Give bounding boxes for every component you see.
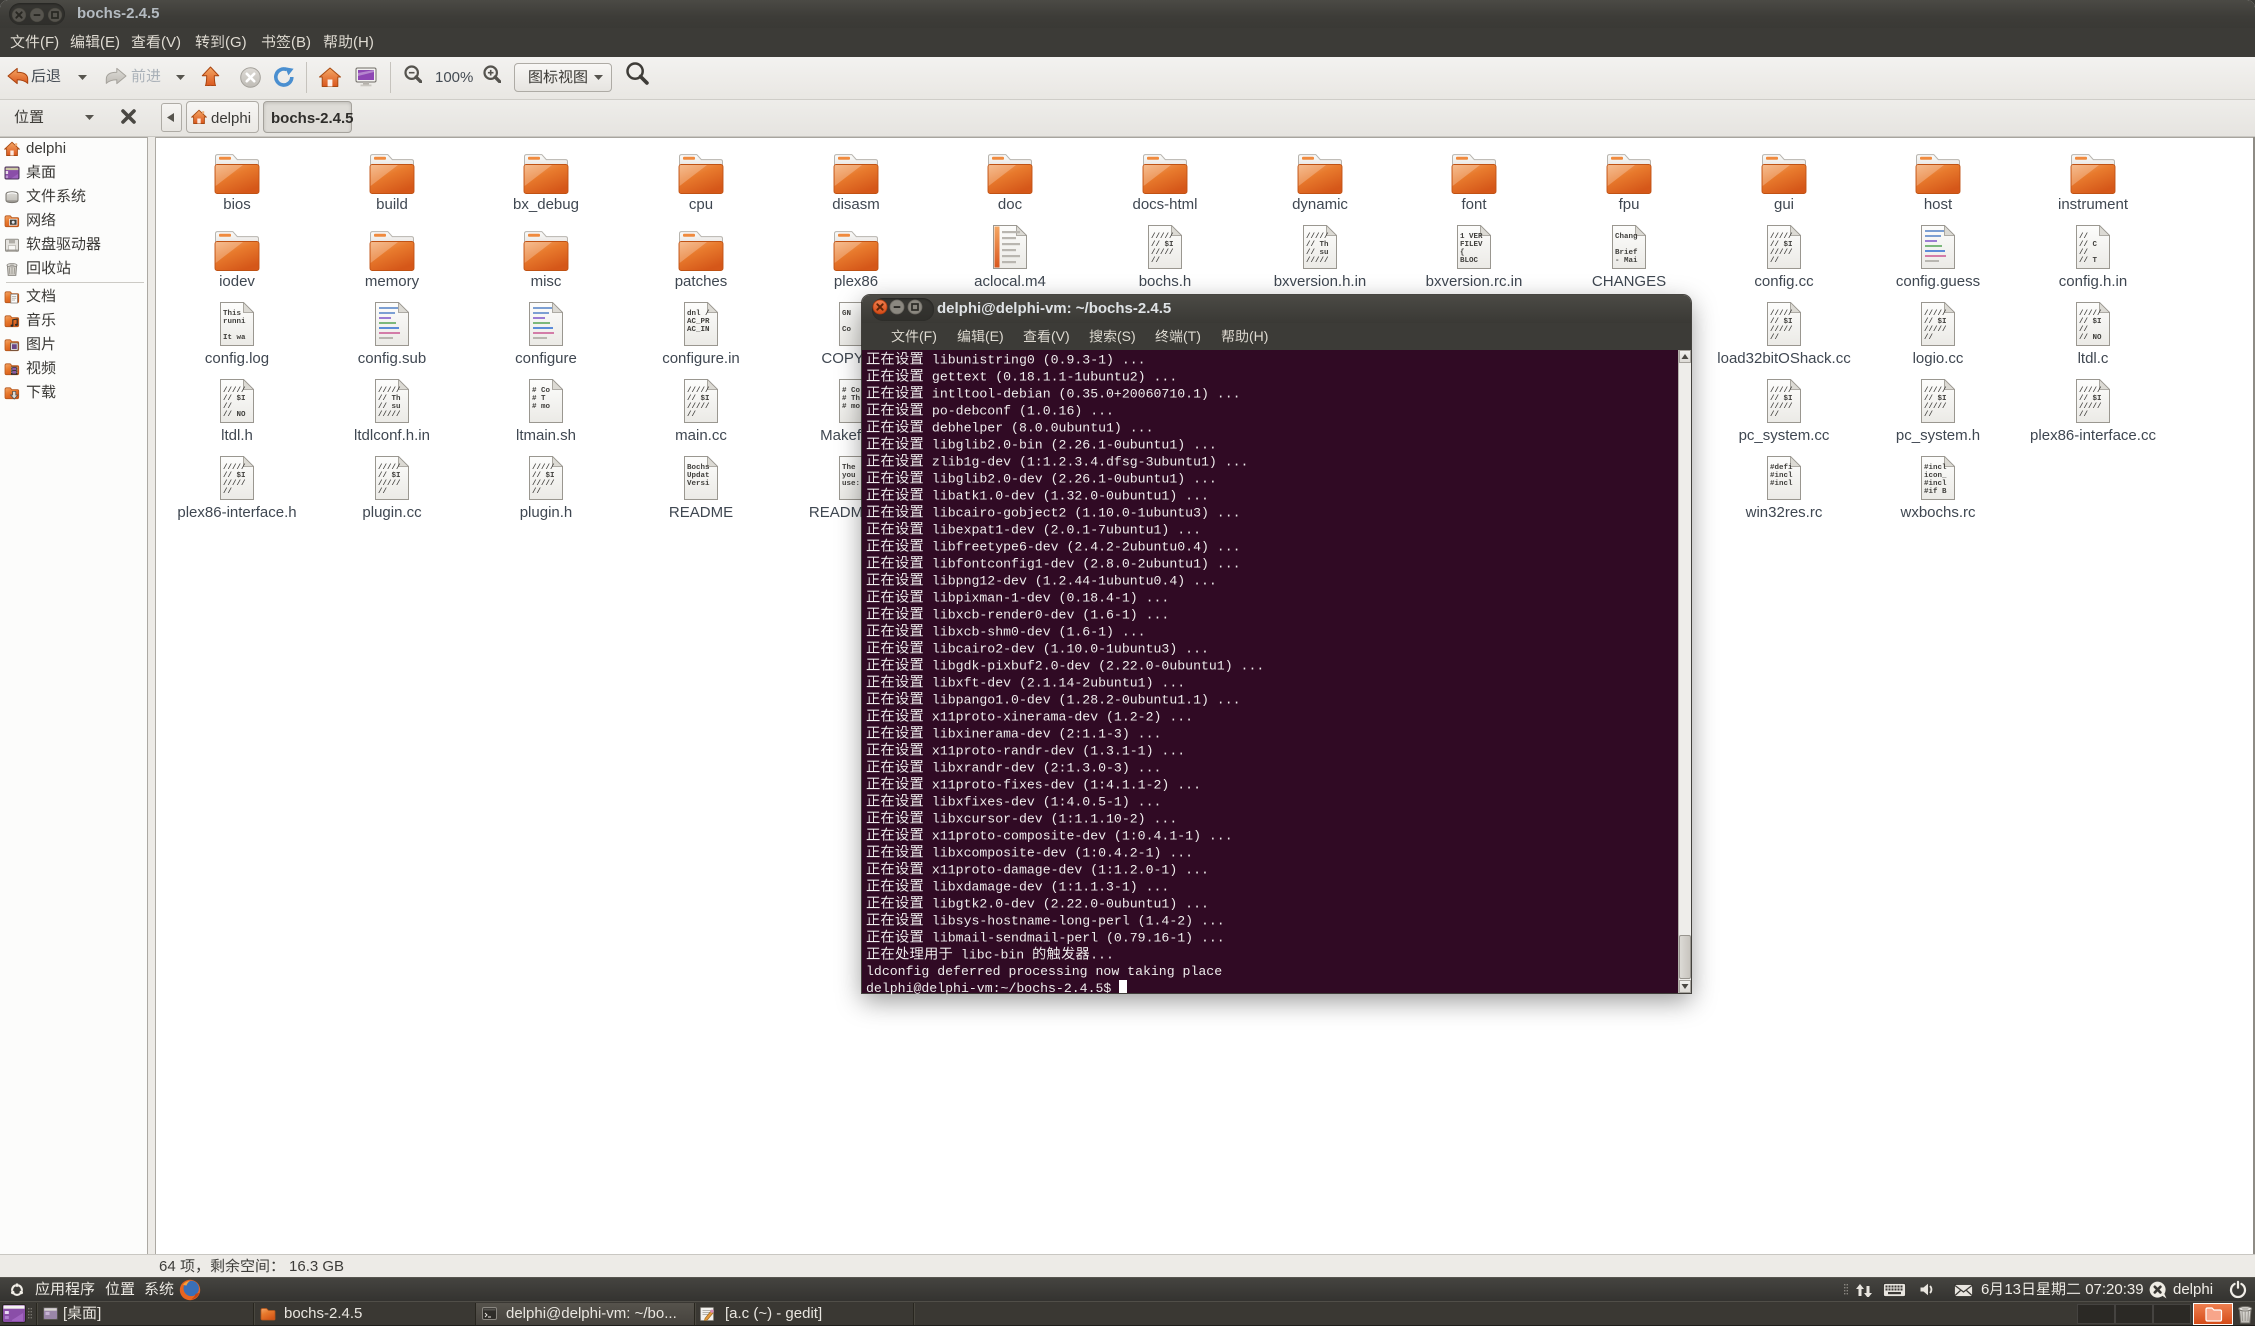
svg-text://///: ///// [1770, 310, 1793, 318]
svg-text://///: ///// [687, 387, 710, 395]
svg-text://///: ///// [378, 480, 401, 488]
svg-text://: // [1770, 411, 1780, 419]
svg-text://///: ///// [2079, 387, 2102, 395]
svg-text:# Th: # Th [842, 395, 861, 403]
svg-text://///: ///// [1306, 257, 1329, 265]
svg-text:// C: // C [2079, 241, 2098, 249]
svg-text://///: ///// [1770, 326, 1793, 334]
svg-text://///: ///// [1924, 326, 1947, 334]
svg-text:// su: // su [1306, 249, 1329, 257]
svg-text://///: ///// [1770, 387, 1793, 395]
svg-text://///: ///// [2079, 403, 2102, 411]
svg-text://///: ///// [1151, 249, 1174, 257]
svg-text://: // [2079, 411, 2089, 419]
svg-text:// $I: // $I [1770, 241, 1793, 249]
svg-text:1 VER: 1 VER [1460, 233, 1483, 241]
svg-text:# T: # T [532, 395, 546, 403]
svg-text://///: ///// [378, 411, 401, 419]
svg-text:use:: use: [842, 480, 860, 488]
svg-text:dnl /: dnl / [687, 310, 710, 318]
svg-text://///: ///// [1151, 233, 1174, 241]
svg-text://///: ///// [223, 387, 246, 395]
svg-text:Chang: Chang [1615, 233, 1638, 241]
svg-text://///: ///// [2079, 310, 2102, 318]
svg-text:# Co: # Co [842, 387, 861, 395]
svg-text:// $I: // $I [1770, 395, 1793, 403]
svg-text://///: ///// [378, 464, 401, 472]
svg-text://///: ///// [1770, 233, 1793, 241]
svg-text:// $I: // $I [223, 472, 246, 480]
svg-text://///: ///// [1924, 403, 1947, 411]
svg-text:// NO: // NO [2079, 334, 2102, 342]
svg-text:AC_PR: AC_PR [687, 318, 710, 326]
svg-text://: // [378, 488, 388, 496]
svg-text://///: ///// [1306, 233, 1329, 241]
svg-text:// su: // su [378, 403, 401, 411]
svg-text:#incl: #incl [1770, 472, 1793, 480]
svg-text:It wa: It wa [223, 334, 246, 342]
svg-text:// NO: // NO [223, 411, 246, 419]
svg-text:#incl: #incl [1770, 480, 1793, 488]
svg-text://///: ///// [1924, 387, 1947, 395]
svg-text:#if B: #if B [1924, 488, 1947, 496]
svg-text:// $I: // $I [378, 472, 401, 480]
svg-text:# Co: # Co [532, 387, 551, 395]
svg-text://///: ///// [1770, 403, 1793, 411]
svg-text://: // [1151, 257, 1161, 265]
svg-text:Bochs: Bochs [687, 464, 710, 472]
svg-text://///: ///// [378, 387, 401, 395]
svg-text:#incl: #incl [1924, 480, 1947, 488]
svg-text:// $I: // $I [1770, 318, 1793, 326]
svg-text://: // [1924, 411, 1934, 419]
svg-text://: // [687, 411, 697, 419]
svg-text://: // [223, 403, 233, 411]
svg-text:AC_IN: AC_IN [687, 326, 710, 334]
svg-text:BLOC: BLOC [1460, 257, 1479, 265]
svg-text://///: ///// [1924, 310, 1947, 318]
svg-text:runni: runni [223, 318, 246, 326]
svg-text://///: ///// [223, 464, 246, 472]
svg-text://: // [223, 488, 233, 496]
svg-text:// $I: // $I [687, 395, 710, 403]
svg-text:// $I: // $I [1151, 241, 1174, 249]
svg-text://///: ///// [687, 403, 710, 411]
svg-text:Co: Co [842, 326, 852, 334]
svg-text:Versi: Versi [687, 480, 710, 488]
svg-text:GN: GN [842, 310, 851, 318]
svg-text:you: you [842, 472, 856, 480]
svg-text:// $I: // $I [1924, 395, 1947, 403]
svg-text:#defi: #defi [1770, 464, 1793, 472]
svg-text:// $I: // $I [2079, 318, 2102, 326]
svg-text:// T: // T [2079, 257, 2098, 265]
svg-text:- Mai: - Mai [1615, 257, 1638, 265]
svg-text:The: The [842, 464, 856, 472]
svg-text://///: ///// [532, 464, 555, 472]
svg-text:// Th: // Th [1306, 241, 1329, 249]
svg-text:// Th: // Th [378, 395, 401, 403]
svg-text://///: ///// [1770, 249, 1793, 257]
svg-text://: // [532, 488, 542, 496]
svg-text:// $I: // $I [1924, 318, 1947, 326]
svg-text://: // [2079, 233, 2089, 241]
svg-text://///: ///// [532, 480, 555, 488]
svg-text:// $I: // $I [532, 472, 555, 480]
svg-text:icon_: icon_ [1924, 472, 1947, 480]
svg-text:#incl: #incl [1924, 464, 1947, 472]
svg-text://: // [2079, 249, 2089, 257]
svg-text:Brief: Brief [1615, 249, 1638, 257]
svg-text:{: { [1460, 249, 1465, 257]
svg-text:// $I: // $I [223, 395, 246, 403]
svg-text://: // [1770, 334, 1780, 342]
svg-text://///: ///// [223, 480, 246, 488]
svg-text:This: This [223, 310, 242, 318]
svg-text:FILEV: FILEV [1460, 241, 1483, 249]
svg-text://: // [1924, 334, 1934, 342]
svg-text:// $I: // $I [2079, 395, 2102, 403]
svg-text:Updat: Updat [687, 472, 710, 480]
svg-text:# mo: # mo [842, 403, 861, 411]
svg-text:# mo: # mo [532, 403, 551, 411]
svg-text://: // [1770, 257, 1780, 265]
svg-text://: // [2079, 326, 2089, 334]
